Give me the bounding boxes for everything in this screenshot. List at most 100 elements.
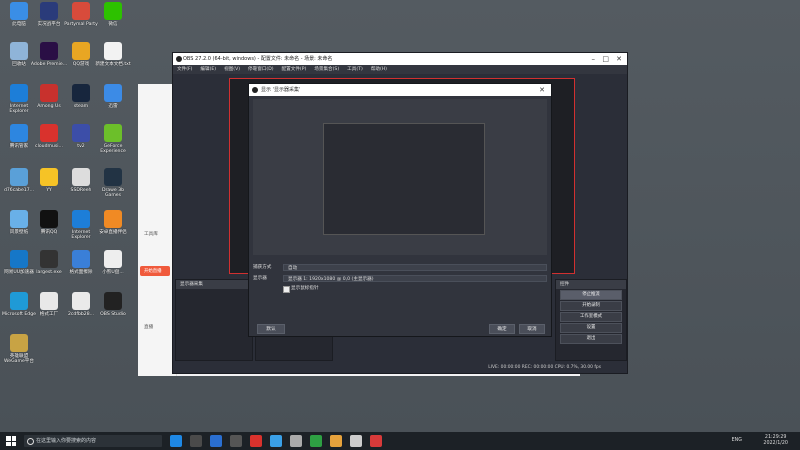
- scenes-panel-header: 显示器采集: [176, 280, 252, 289]
- clock-date: 2022/1/20: [763, 441, 788, 446]
- desktop-icon-label: 安卓直播伴侣: [99, 230, 127, 235]
- desktop-icon[interactable]: OBS Studio: [94, 292, 132, 317]
- controls-header: 控件: [556, 280, 626, 289]
- app-icon: [104, 250, 122, 268]
- ok-button[interactable]: 确定: [489, 324, 515, 334]
- desktop-icon[interactable]: 新建文本文档.txt: [94, 42, 132, 67]
- scenes-panel[interactable]: 显示器采集: [175, 279, 253, 361]
- app-sidebar-tool-label[interactable]: 工具库: [144, 231, 158, 237]
- desktop-icon-label: 新建文本文档.txt: [95, 62, 131, 67]
- capture-method-row: 捕获方式 自动: [253, 263, 547, 272]
- app-sidebar-live-label[interactable]: 直播: [144, 324, 153, 330]
- desktop-icon[interactable]: GeForce Experience: [94, 124, 132, 154]
- desktop-icon-label: OBS Studio: [100, 312, 126, 317]
- nested-preview: [323, 123, 485, 235]
- taskbar-app-icon[interactable]: [190, 435, 202, 447]
- app-icon: [72, 250, 90, 268]
- show-cursor-checkbox[interactable]: [283, 286, 290, 293]
- cancel-button[interactable]: 取消: [519, 324, 545, 334]
- taskbar-app-icon[interactable]: [210, 435, 222, 447]
- display-select[interactable]: 显示器 1: 1920x1080 @ 0,0 (主显示器): [283, 275, 547, 282]
- display-row: 显示器 显示器 1: 1920x1080 @ 0,0 (主显示器): [253, 274, 547, 283]
- desktop-icon-label: GeForce Experience: [100, 144, 126, 154]
- app-icon: [72, 168, 90, 186]
- defaults-button[interactable]: 默认: [257, 324, 285, 334]
- menu-item[interactable]: 视图(V): [224, 67, 240, 72]
- language-indicator[interactable]: ENG: [732, 432, 742, 450]
- taskbar-app-icon[interactable]: [290, 435, 302, 447]
- desktop-icon[interactable]: 英雄联盟WeGame平台: [0, 334, 38, 364]
- app-icon: [10, 334, 28, 352]
- app-icon: [72, 2, 90, 20]
- app-icon: [72, 292, 90, 310]
- clock[interactable]: 21:29:29 2022/1/20: [763, 435, 788, 447]
- studio-mode-button[interactable]: 工作室模式: [560, 312, 622, 322]
- capture-method-select[interactable]: 自动: [283, 264, 547, 271]
- app-icon: [72, 84, 90, 102]
- search-icon: [27, 438, 34, 445]
- desktop-icon-label: 小熊U盘...: [102, 270, 124, 275]
- properties-dialog[interactable]: 显示 '显示器采集' ✕ 捕获方式 自动 显示器 显示器 1: 1920x108…: [248, 83, 552, 337]
- windows-start-icon[interactable]: [6, 436, 16, 446]
- menu-item[interactable]: 帮助(H): [371, 67, 387, 72]
- taskbar-app-icon[interactable]: [170, 435, 182, 447]
- show-cursor-label: 显示鼠标指针: [291, 286, 319, 291]
- taskbar-app-icon[interactable]: [310, 435, 322, 447]
- start-recording-button[interactable]: 开始录制: [560, 301, 622, 311]
- app-icon: [10, 124, 28, 142]
- search-placeholder: 在这里输入你要搜索的内容: [36, 438, 97, 444]
- desktop-icon[interactable]: 迅雷: [94, 84, 132, 109]
- taskbar-app-icon[interactable]: [330, 435, 342, 447]
- obs-status-text: LIVE: 00:00:00 REC: 00:00:00 CPU: 0.7%, …: [488, 365, 601, 370]
- taskbar-app-icon[interactable]: [370, 435, 382, 447]
- app-icon: [40, 124, 58, 142]
- minimize-icon[interactable]: –: [592, 53, 596, 65]
- menu-item[interactable]: 工具(T): [347, 67, 363, 72]
- taskbar-search-input[interactable]: 在这里输入你要搜索的内容: [24, 435, 162, 447]
- app-icon: [72, 42, 90, 60]
- taskbar-app-icon[interactable]: [270, 435, 282, 447]
- dialog-titlebar[interactable]: 显示 '显示器采集' ✕: [249, 84, 551, 96]
- dialog-logo-icon: [252, 87, 258, 93]
- taskbar-app-icon[interactable]: [230, 435, 242, 447]
- desktop-icon[interactable]: Drawe 3b Games: [94, 168, 132, 198]
- settings-button[interactable]: 设置: [560, 323, 622, 333]
- app-icon: [40, 168, 58, 186]
- obs-titlebar[interactable]: OBS 27.2.0 (64-bit, windows) - 配置文件: 未命名…: [173, 53, 627, 65]
- close-icon[interactable]: ✕: [616, 53, 622, 65]
- taskbar-app-icon[interactable]: [250, 435, 262, 447]
- menu-item[interactable]: 配置文件(P): [282, 67, 307, 72]
- menu-item[interactable]: 停靠窗口(D): [248, 67, 274, 72]
- desktop-icon[interactable]: 安卓直播伴侣: [94, 210, 132, 235]
- desktop-icon-label: Drawe 3b Games: [101, 188, 125, 198]
- desktop-icon[interactable]: 微信: [94, 2, 132, 27]
- app-icon: [40, 210, 58, 228]
- app-icon: [40, 84, 58, 102]
- exit-button[interactable]: 退出: [560, 334, 622, 344]
- desktop-icon[interactable]: 小熊U盘...: [94, 250, 132, 275]
- display-label: 显示器: [253, 276, 267, 281]
- app-icon: [10, 168, 28, 186]
- menu-item[interactable]: 文件(F): [177, 67, 192, 72]
- desktop-icon-label: 微信: [108, 22, 118, 27]
- obs-statusbar: LIVE: 00:00:00 REC: 00:00:00 CPU: 0.7%, …: [173, 363, 627, 373]
- app-start-live-label[interactable]: 开始直播: [144, 268, 162, 274]
- menu-item[interactable]: 编辑(E): [200, 67, 216, 72]
- app-icon: [40, 250, 58, 268]
- app-icon: [10, 210, 28, 228]
- desktop-icon-label: 英雄联盟WeGame平台: [4, 354, 34, 364]
- app-icon: [10, 292, 28, 310]
- menu-item[interactable]: 场景集合(S): [314, 67, 339, 72]
- app-icon: [104, 292, 122, 310]
- taskbar: 在这里输入你要搜索的内容 ENG 21:29:29 2022/1/20: [0, 432, 800, 450]
- dialog-title: 显示 '显示器采集': [261, 87, 301, 93]
- controls-panel: 控件 停止推流 开始录制 工作室模式 设置 退出: [555, 279, 627, 361]
- capture-method-label: 捕获方式: [253, 265, 272, 270]
- desktop-icon-label: 迅雷: [108, 104, 118, 109]
- taskbar-app-icon[interactable]: [350, 435, 362, 447]
- stop-streaming-button[interactable]: 停止推流: [560, 290, 622, 300]
- maximize-icon[interactable]: □: [602, 53, 609, 65]
- app-icon: [40, 42, 58, 60]
- close-icon[interactable]: ✕: [539, 84, 545, 96]
- app-icon: [104, 124, 122, 142]
